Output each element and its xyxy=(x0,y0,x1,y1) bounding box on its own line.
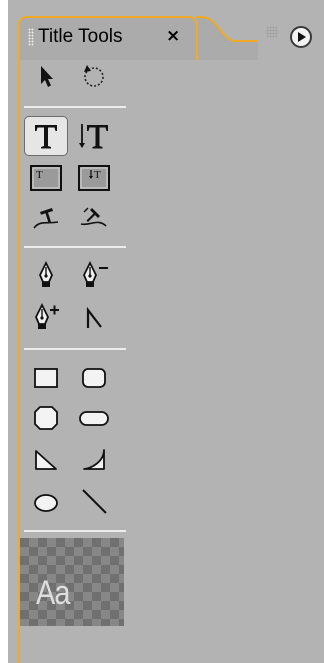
wedge-tool[interactable] xyxy=(24,440,68,480)
ellipse-tool[interactable] xyxy=(24,482,68,522)
pill-icon xyxy=(79,411,109,426)
tool-grid: T T Aa xyxy=(8,0,324,663)
line-tool[interactable] xyxy=(72,482,116,522)
convert-point-icon xyxy=(86,306,102,328)
arc-tool[interactable] xyxy=(72,440,116,480)
svg-text:T: T xyxy=(36,169,43,181)
rotation-tool[interactable] xyxy=(72,56,116,96)
arrow-cursor-icon xyxy=(41,66,53,87)
path-type-icon xyxy=(33,208,59,229)
separator xyxy=(24,106,126,108)
vertical-area-type-tool[interactable]: T xyxy=(72,158,116,198)
delete-anchor-point-tool[interactable] xyxy=(72,256,116,296)
title-tools-panel: Title Tools × T T Aa xyxy=(8,0,324,663)
svg-text:T: T xyxy=(94,169,101,181)
clipped-rectangle-icon xyxy=(34,406,58,430)
pen-plus-icon xyxy=(35,302,59,329)
area-type-icon: T xyxy=(30,165,62,191)
separator xyxy=(24,246,126,248)
clipped-corner-rectangle-tool[interactable] xyxy=(24,398,68,438)
convert-anchor-point-tool[interactable] xyxy=(72,298,116,338)
vertical-path-type-tool[interactable] xyxy=(72,198,116,238)
arc-icon xyxy=(83,449,105,470)
type-tool[interactable] xyxy=(24,116,68,156)
vertical-type-icon xyxy=(79,124,108,149)
pen-minus-icon xyxy=(83,260,108,287)
path-type-tool[interactable] xyxy=(24,198,68,238)
rotate-icon xyxy=(84,65,104,87)
vertical-path-type-icon xyxy=(80,207,107,227)
rounded-rectangle-icon xyxy=(82,368,106,388)
vertical-area-type-icon: T xyxy=(78,165,110,191)
pen-tool[interactable] xyxy=(24,256,68,296)
rounded-corner-rectangle-tool[interactable] xyxy=(72,358,116,398)
selection-tool[interactable] xyxy=(24,56,68,96)
rectangle-icon xyxy=(34,368,58,388)
pen-icon xyxy=(39,260,53,287)
style-preview-swatch[interactable]: Aa xyxy=(20,538,124,626)
separator xyxy=(24,530,126,532)
area-type-tool[interactable]: T xyxy=(24,158,68,198)
line-icon xyxy=(82,489,107,514)
horizontal-type-icon xyxy=(35,125,57,149)
rounded-rectangle-tool[interactable] xyxy=(72,398,116,438)
add-anchor-point-tool[interactable] xyxy=(24,298,68,338)
ellipse-icon xyxy=(34,494,58,512)
style-preview-text: Aa xyxy=(36,574,70,612)
wedge-icon xyxy=(35,450,57,470)
vertical-type-tool[interactable] xyxy=(72,116,116,156)
rectangle-tool[interactable] xyxy=(24,358,68,398)
separator xyxy=(24,348,126,350)
